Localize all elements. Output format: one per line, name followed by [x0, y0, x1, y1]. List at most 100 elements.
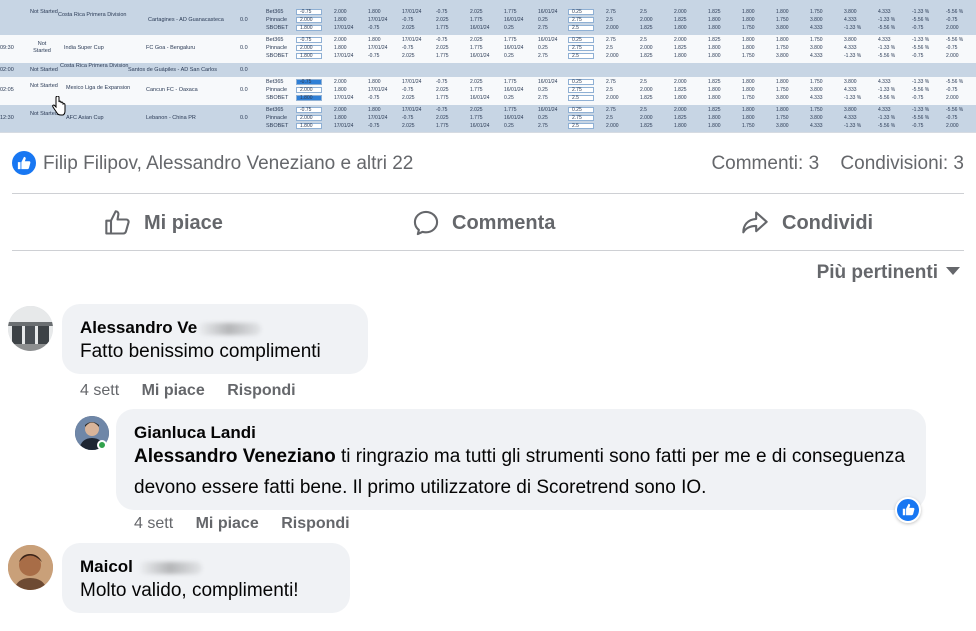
sheet-odds-cell: 2.025 — [470, 9, 483, 15]
sheet-odds-cell: 1.800 — [300, 123, 313, 129]
comment-sort-dropdown[interactable]: Più pertinenti — [817, 262, 960, 284]
shares-count[interactable]: Condivisioni: 3 — [840, 153, 964, 174]
scrollbar[interactable] — [970, 0, 976, 631]
sheet-odds-cell: 1.800 — [368, 37, 381, 43]
mention-link[interactable]: Alessandro Veneziano — [134, 446, 336, 467]
comment-author-name[interactable]: Gianluca Landi — [134, 423, 256, 443]
sheet-odds-cell: 1.825 — [640, 95, 653, 101]
sheet-odds-cell: 2.000 — [640, 115, 653, 121]
sheet-odds-cell: 1.825 — [640, 53, 653, 59]
sheet-odds-cell: 2.75 — [572, 87, 582, 93]
sheet-odds-cell: 1.800 — [708, 17, 721, 23]
sheet-odds-cell: 0.25 — [538, 17, 548, 23]
sheet-odds-cell: 2.000 — [606, 53, 619, 59]
sheet-odds-cell: 1.775 — [436, 53, 449, 59]
comment-reply-link[interactable]: Rispondi — [227, 382, 295, 399]
sheet-odds-cell: -1.33 % — [844, 53, 862, 59]
sheet-odds-cell: 0.25 — [538, 115, 548, 121]
sheet-odds-cell: -1.33 % — [878, 115, 896, 121]
sheet-time: 09:30 — [0, 45, 14, 51]
sheet-odds-cell: 4.333 — [844, 17, 857, 23]
sheet-odds-cell: 1.750 — [776, 115, 789, 121]
sheet-odds-cell: 1.800 — [300, 25, 313, 31]
sheet-odds-cell: 1.800 — [776, 79, 789, 85]
sheet-odds-cell: 3.800 — [810, 115, 823, 121]
sheet-odds-cell: 1.800 — [776, 37, 789, 43]
sheet-odds-cell: 4.333 — [878, 37, 891, 43]
post-image-spreadsheet[interactable]: Not Started Costa Rica Primera Division … — [0, 0, 976, 133]
comment-like-link[interactable]: Mi piace — [196, 515, 259, 532]
sheet-odds-cell: 2.000 — [674, 79, 687, 85]
sheet-odds-cell: 2.75 — [572, 17, 582, 23]
sheet-odds-cell: 2.75 — [606, 107, 616, 113]
comments-count[interactable]: Commenti: 3 — [711, 153, 819, 174]
sheet-odds-cell: 1.800 — [708, 25, 721, 31]
sheet-odds-cell: 3.800 — [844, 9, 857, 15]
sheet-odds-cell: 0.25 — [538, 87, 548, 93]
sheet-match: Cancun FC - Oaxaca — [146, 87, 198, 93]
sheet-odds-cell: 16/01/24 — [538, 107, 558, 113]
comment-button[interactable]: Commenta — [412, 205, 555, 241]
sheet-odds-cell: 2.000 — [640, 87, 653, 93]
sheet-odds-cell: 16/01/24 — [470, 25, 490, 31]
sheet-odds-cell: 2.000 — [334, 9, 347, 15]
sheet-odds-cell: 2.000 — [334, 107, 347, 113]
avatar[interactable] — [8, 545, 53, 590]
sheet-odds-cell: -1.33 % — [912, 37, 930, 43]
sheet-odds-cell: -0.75 — [436, 37, 448, 43]
sheet-score: 0.0 — [240, 87, 248, 93]
sheet-odds-cell: 16/01/24 — [504, 17, 524, 23]
sheet-odds-cell: 1.825 — [640, 123, 653, 129]
comment-timestamp[interactable]: 4 sett — [80, 382, 119, 399]
sheet-odds-cell: -0.75 — [402, 115, 414, 121]
comment-author[interactable]: Maicol — [80, 557, 202, 577]
sheet-row — [0, 0, 976, 7]
sheet-odds-cell: 17/01/24 — [368, 87, 388, 93]
comment-bubble-icon — [413, 210, 439, 236]
comment-reply-link[interactable]: Rispondi — [281, 515, 349, 532]
sheet-odds-cell: 2.75 — [538, 95, 548, 101]
sheet-odds-cell: -0.75 — [402, 87, 414, 93]
sheet-score: 0.0 — [240, 17, 248, 23]
sheet-odds-cell: 2.025 — [436, 115, 449, 121]
sheet-odds-cell: -0.75 — [436, 9, 448, 15]
sheet-odds-cell: -0.75 — [946, 87, 958, 93]
sheet-odds-cell: 3.800 — [810, 17, 823, 23]
avatar[interactable] — [8, 306, 53, 351]
reactors-names[interactable]: Filip Filipov, Alessandro Veneziano e al… — [43, 153, 413, 175]
sheet-odds-cell: 4.333 — [878, 9, 891, 15]
sheet-odds-cell: -5.56 % — [878, 25, 896, 31]
sheet-odds-cell: 1.750 — [810, 37, 823, 43]
sheet-match: Santos de Guápiles - AD San Carlos — [128, 67, 217, 73]
sheet-odds-cell: 1.825 — [674, 45, 687, 51]
sheet-odds-cell: 2.000 — [946, 123, 959, 129]
comment-text: Molto valido, complimenti! — [80, 580, 299, 601]
sheet-odds-cell: -0.75 — [402, 45, 414, 51]
like-button[interactable]: Mi piace — [104, 205, 223, 241]
sheet-odds-cell: 2.025 — [402, 123, 415, 129]
comment-like-reaction-icon[interactable] — [895, 497, 921, 523]
comment-button-label: Commenta — [452, 211, 556, 234]
sheet-odds-cell: 0.25 — [572, 37, 582, 43]
sheet-odds-cell: 1.775 — [470, 17, 483, 23]
sheet-odds-cell: 2.000 — [606, 25, 619, 31]
like-reaction-icon[interactable] — [12, 151, 36, 175]
comment-timestamp[interactable]: 4 sett — [134, 515, 173, 532]
sheet-odds-cell: 16/01/24 — [504, 87, 524, 93]
sheet-odds-cell: 1.800 — [674, 95, 687, 101]
sheet-odds-cell: 17/01/24 — [334, 123, 354, 129]
sheet-odds-cell: -5.56 % — [878, 95, 896, 101]
sheet-odds-cell: -5.56 % — [912, 17, 930, 23]
sheet-odds-cell: 1.800 — [708, 95, 721, 101]
share-button[interactable]: Condividi — [740, 205, 873, 241]
comment-like-link[interactable]: Mi piace — [142, 382, 205, 399]
sheet-odds-cell: 1.775 — [436, 123, 449, 129]
sheet-odds-cell: -0.75 — [300, 37, 312, 43]
comment-author[interactable]: Alessandro Ve — [80, 318, 262, 338]
sheet-odds-cell: 1.825 — [640, 25, 653, 31]
hand-cursor-icon — [52, 96, 66, 116]
divider — [12, 193, 964, 194]
sheet-odds-cell: 1.750 — [810, 79, 823, 85]
sheet-odds-cell: 16/01/24 — [538, 79, 558, 85]
sheet-odds-cell: 1.775 — [470, 115, 483, 121]
